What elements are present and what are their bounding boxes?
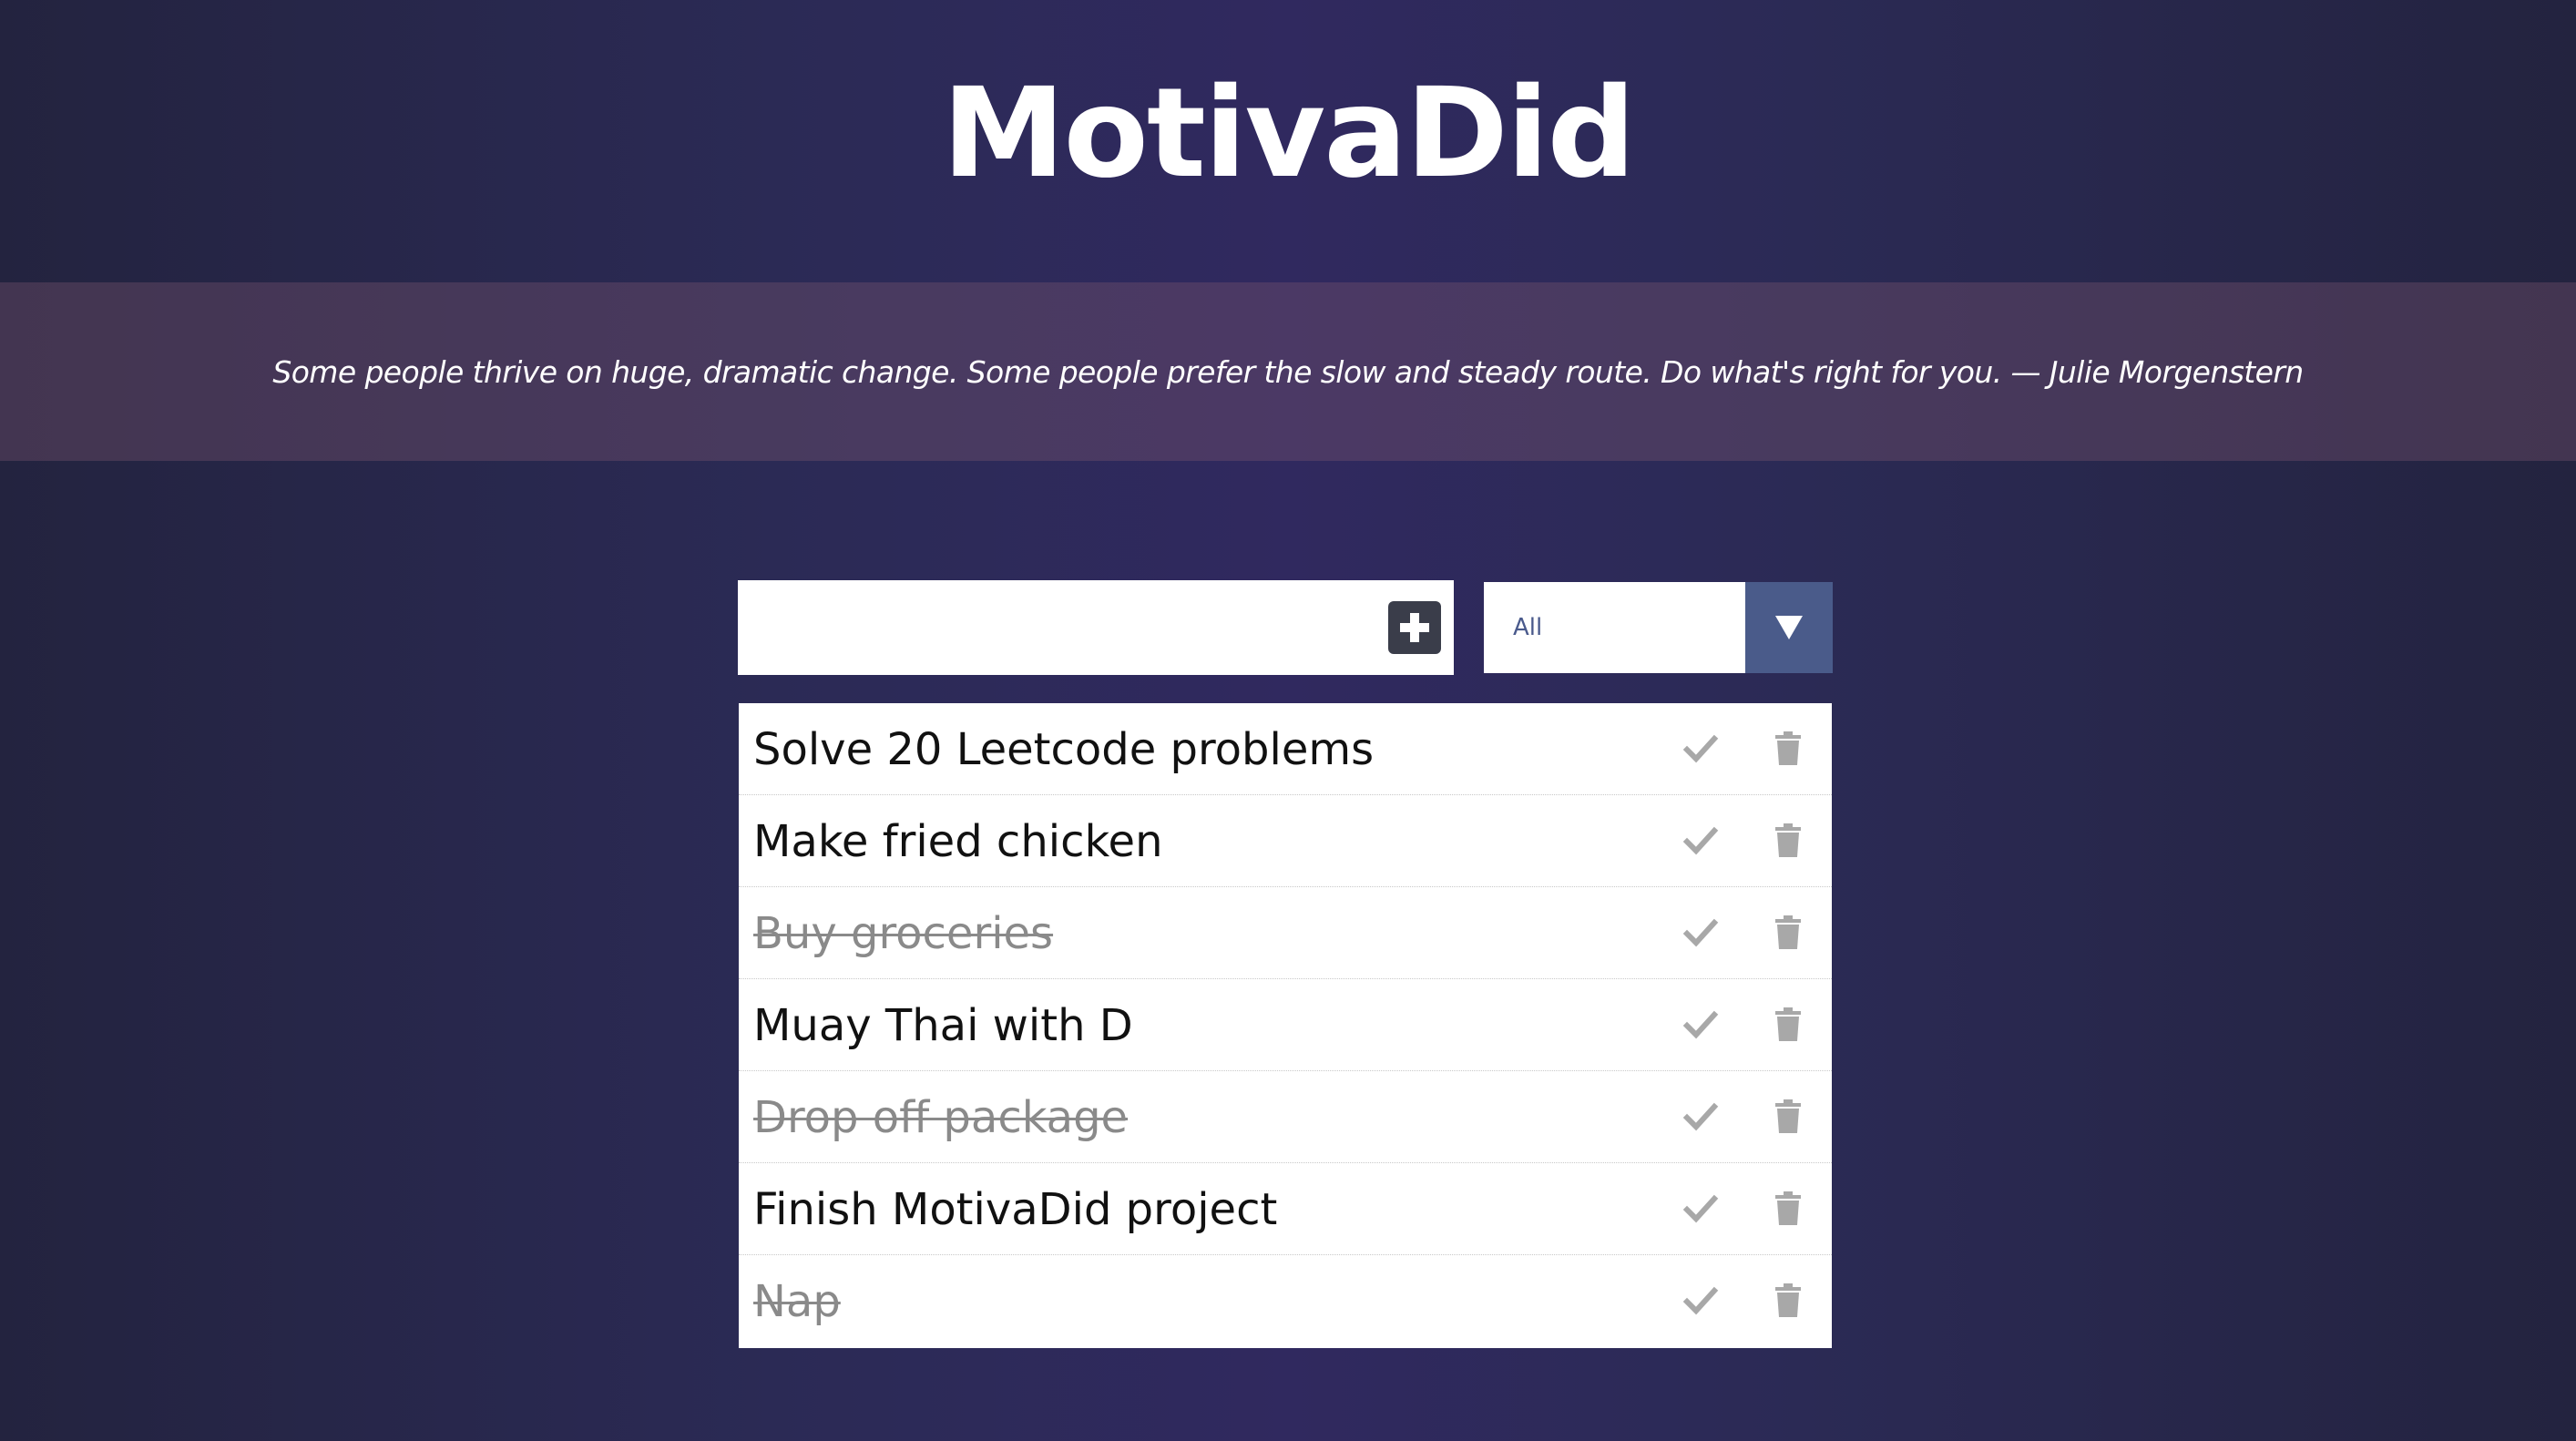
trash-icon bbox=[1766, 1187, 1810, 1231]
delete-button[interactable] bbox=[1766, 1279, 1810, 1323]
todo-text: Muay Thai with D bbox=[753, 1000, 1133, 1051]
check-icon bbox=[1679, 727, 1722, 771]
quote-banner: Some people thrive on huge, dramatic cha… bbox=[0, 282, 2576, 461]
add-todo-button[interactable] bbox=[1388, 601, 1441, 654]
delete-button[interactable] bbox=[1766, 1003, 1810, 1047]
complete-button[interactable] bbox=[1679, 727, 1722, 771]
quote-text: Some people thrive on huge, dramatic cha… bbox=[272, 353, 2304, 390]
todo-text: Buy groceries bbox=[753, 908, 1054, 959]
todo-input[interactable] bbox=[738, 580, 1375, 675]
delete-button[interactable] bbox=[1766, 727, 1810, 771]
todo-item: Make fried chicken bbox=[739, 795, 1832, 887]
todo-item: Nap bbox=[739, 1255, 1832, 1348]
trash-icon bbox=[1766, 911, 1810, 955]
todo-form: All bbox=[738, 580, 1833, 675]
todo-text: Drop off package bbox=[753, 1092, 1129, 1143]
todo-item: Muay Thai with D bbox=[739, 979, 1832, 1071]
trash-icon bbox=[1766, 1279, 1810, 1323]
filter-selected-value: All bbox=[1513, 614, 1543, 641]
delete-button[interactable] bbox=[1766, 819, 1810, 863]
filter-dropdown-button[interactable] bbox=[1745, 582, 1833, 673]
check-icon bbox=[1679, 1095, 1722, 1139]
app-title: MotivaDid bbox=[942, 62, 1636, 206]
triangle-down-icon bbox=[1775, 616, 1803, 639]
delete-button[interactable] bbox=[1766, 911, 1810, 955]
todo-item: Solve 20 Leetcode problems bbox=[739, 703, 1832, 795]
todo-text: Make fried chicken bbox=[753, 816, 1163, 867]
check-icon bbox=[1679, 911, 1722, 955]
trash-icon bbox=[1766, 819, 1810, 863]
todo-text: Solve 20 Leetcode problems bbox=[753, 724, 1375, 775]
delete-button[interactable] bbox=[1766, 1095, 1810, 1139]
todo-item: Finish MotivaDid project bbox=[739, 1163, 1832, 1255]
delete-button[interactable] bbox=[1766, 1187, 1810, 1231]
check-icon bbox=[1679, 1187, 1722, 1231]
plus-icon-vertical bbox=[1410, 613, 1419, 642]
trash-icon bbox=[1766, 1003, 1810, 1047]
complete-button[interactable] bbox=[1679, 911, 1722, 955]
check-icon bbox=[1679, 1279, 1722, 1323]
complete-button[interactable] bbox=[1679, 1187, 1722, 1231]
filter-select[interactable]: All bbox=[1484, 582, 1833, 673]
trash-icon bbox=[1766, 727, 1810, 771]
check-icon bbox=[1679, 1003, 1722, 1047]
todo-text: Finish MotivaDid project bbox=[753, 1184, 1278, 1235]
complete-button[interactable] bbox=[1679, 819, 1722, 863]
check-icon bbox=[1679, 819, 1722, 863]
complete-button[interactable] bbox=[1679, 1003, 1722, 1047]
complete-button[interactable] bbox=[1679, 1279, 1722, 1323]
todo-item: Drop off package bbox=[739, 1071, 1832, 1163]
todo-text: Nap bbox=[753, 1276, 841, 1327]
todo-item: Buy groceries bbox=[739, 887, 1832, 979]
trash-icon bbox=[1766, 1095, 1810, 1139]
complete-button[interactable] bbox=[1679, 1095, 1722, 1139]
todo-list: Solve 20 Leetcode problems Make fried chi… bbox=[739, 703, 1832, 1348]
todo-input-container bbox=[738, 580, 1454, 675]
